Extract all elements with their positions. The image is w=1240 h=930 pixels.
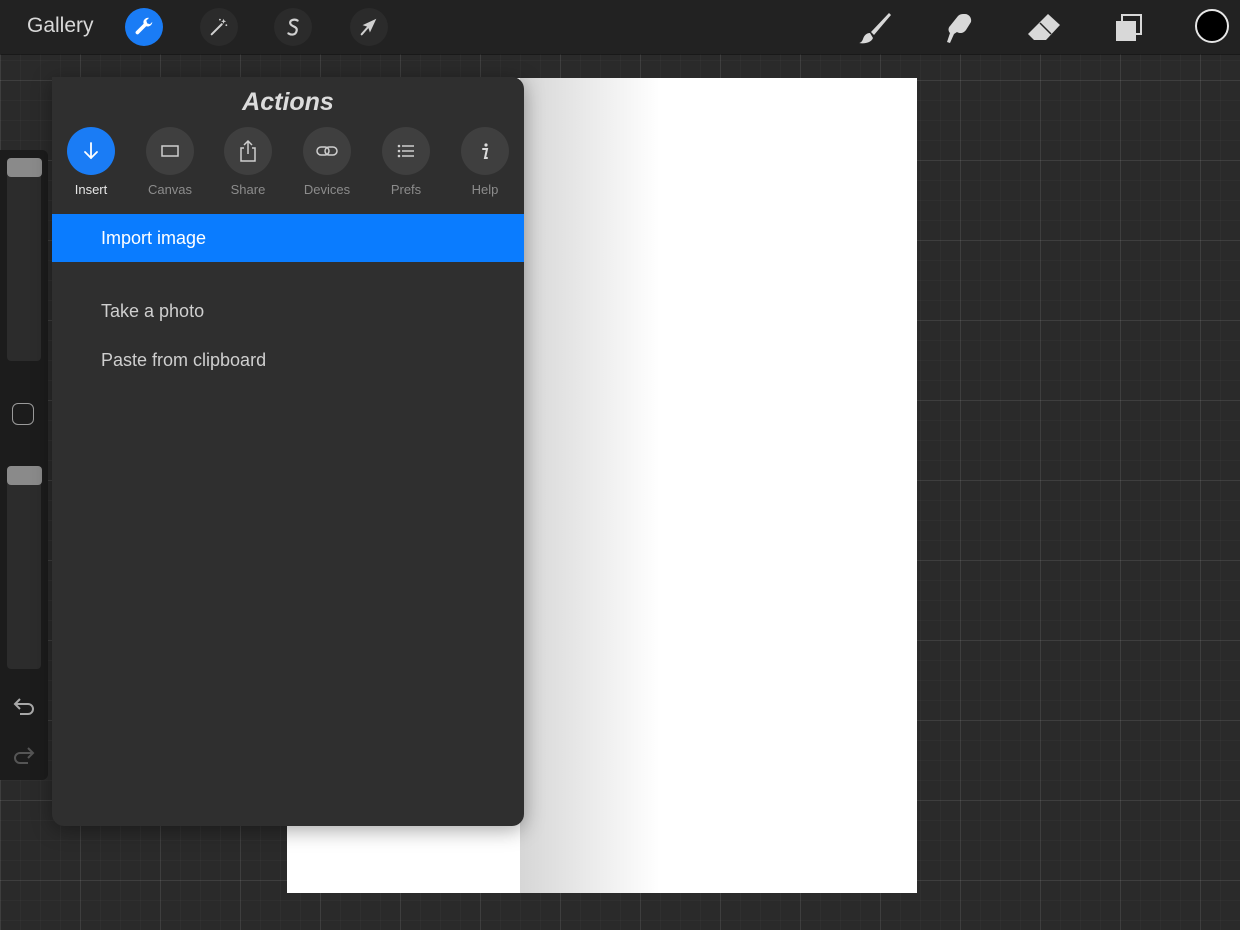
arrow-cursor-icon (360, 18, 377, 36)
actions-button[interactable] (125, 8, 163, 46)
info-icon (482, 143, 489, 159)
smudge-button[interactable] (938, 8, 978, 48)
left-sidebar (0, 150, 48, 780)
tab-label: Canvas (147, 182, 193, 197)
take-photo-item[interactable]: Take a photo (52, 287, 524, 335)
brush-button[interactable] (855, 8, 895, 48)
eraser-icon (1028, 14, 1060, 40)
color-picker-swatch[interactable] (1195, 9, 1229, 43)
tab-canvas[interactable]: Canvas (135, 127, 205, 197)
brush-icon (859, 13, 891, 44)
redo-icon[interactable] (12, 745, 36, 767)
adjustments-button[interactable] (200, 8, 238, 46)
tab-label: Insert (74, 182, 108, 197)
wrench-icon (135, 17, 153, 35)
selection-s-icon (287, 18, 299, 36)
tab-help[interactable]: Help (450, 127, 520, 197)
tab-share[interactable]: Share (213, 127, 283, 197)
actions-panel: Actions Insert Canvas Share Devices Pref… (52, 77, 524, 826)
transform-button[interactable] (350, 8, 388, 46)
arrow-down-icon (84, 142, 98, 160)
magic-wand-icon (210, 18, 228, 36)
canvas-shadow (520, 78, 660, 893)
gallery-button[interactable]: Gallery (27, 14, 94, 38)
import-image-item[interactable]: Import image (52, 214, 524, 262)
rectangle-icon (161, 145, 179, 157)
link-icon (316, 146, 338, 156)
tab-label: Devices (303, 182, 351, 197)
opacity-slider[interactable] (7, 466, 41, 669)
layers-icon (1116, 14, 1142, 41)
brush-size-slider[interactable] (7, 158, 41, 361)
tab-insert[interactable]: Insert (56, 127, 126, 197)
smudge-icon (947, 14, 972, 43)
tab-label: Prefs (390, 182, 422, 197)
tab-label: Help (471, 182, 499, 197)
tab-prefs[interactable]: Prefs (371, 127, 441, 197)
tab-devices[interactable]: Devices (292, 127, 362, 197)
undo-icon[interactable] (12, 696, 36, 718)
selection-button[interactable] (274, 8, 312, 46)
layers-button[interactable] (1108, 8, 1148, 48)
eraser-button[interactable] (1024, 8, 1064, 48)
top-toolbar: Gallery (0, 0, 1240, 54)
brush-size-knob[interactable] (7, 158, 42, 177)
list-icon (397, 144, 414, 158)
share-icon (240, 139, 256, 162)
tab-label: Share (230, 182, 266, 197)
panel-title: Actions (242, 88, 334, 116)
opacity-knob[interactable] (7, 466, 42, 485)
paste-from-clipboard-item[interactable]: Paste from clipboard (52, 336, 524, 384)
modify-button[interactable] (12, 403, 34, 425)
